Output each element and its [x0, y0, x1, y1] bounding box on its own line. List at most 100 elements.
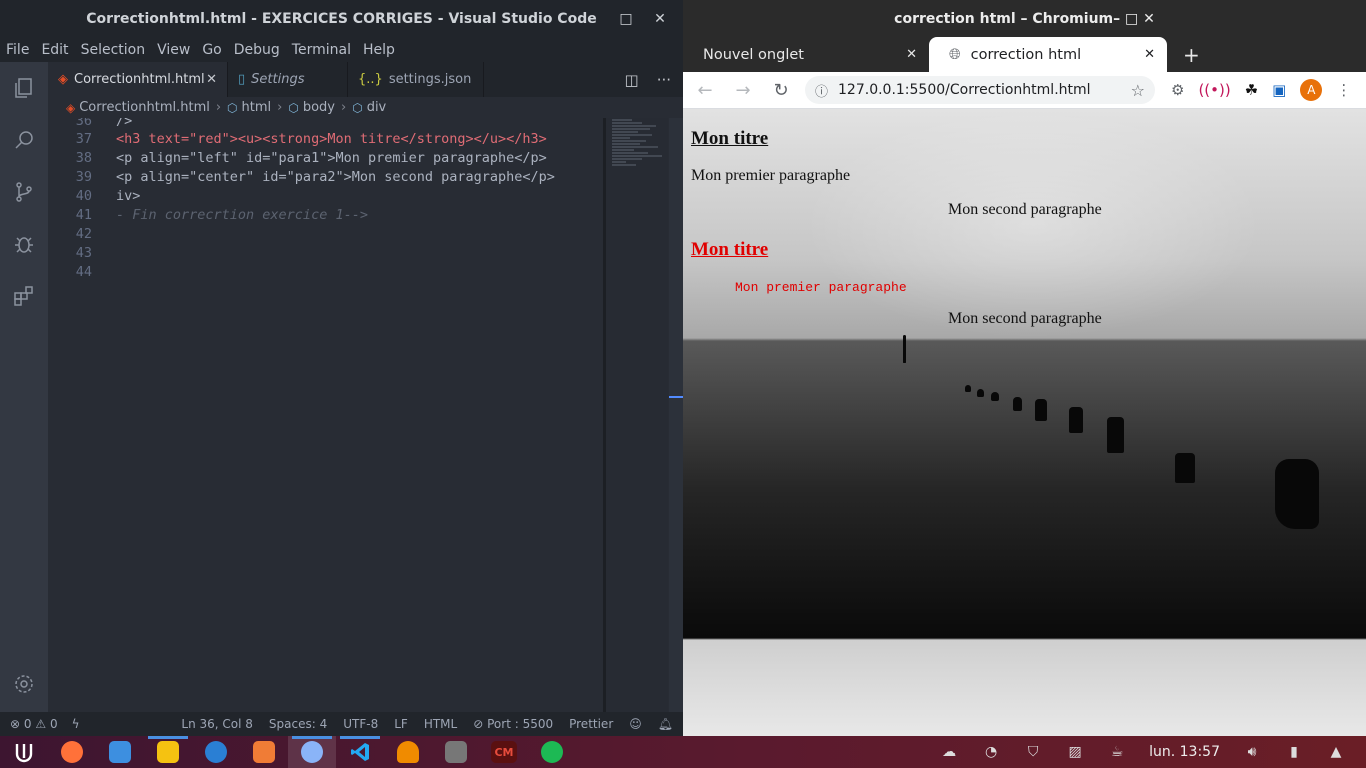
tab-correctionhtml[interactable]: ◈ Correctionhtml.html ✕	[48, 62, 228, 97]
profile-avatar[interactable]: A	[1300, 79, 1323, 101]
new-tab-button[interactable]: +	[1167, 43, 1200, 67]
spotify-icon[interactable]	[528, 736, 576, 768]
end-of-line[interactable]: LF	[394, 717, 408, 731]
bookmark-star-icon[interactable]: ☆	[1131, 81, 1145, 100]
close-icon[interactable]: ✕	[1143, 11, 1155, 27]
tab-settings-json[interactable]: {..} settings.json	[348, 62, 484, 97]
vlc-icon[interactable]	[384, 736, 432, 768]
browser-tabstrip: Nouvel onglet ✕ 🌐︎ correction html ✕ +	[683, 37, 1366, 72]
volume-icon[interactable]: 🔊︎	[1242, 742, 1262, 762]
tab-label: correction html	[970, 46, 1082, 63]
globe-browser-icon[interactable]	[192, 736, 240, 768]
line-text: <p align="left" id="para1">Mon premier p…	[116, 149, 547, 166]
more-actions-icon[interactable]: ···	[657, 71, 671, 89]
screenshot-icon[interactable]	[432, 736, 480, 768]
image-icon[interactable]: ▨	[1065, 742, 1085, 762]
encoding[interactable]: UTF-8	[343, 717, 378, 731]
line-number: 36	[75, 118, 92, 129]
menu-debug[interactable]: Debug	[234, 42, 280, 58]
maximize-icon[interactable]: □	[609, 11, 643, 27]
extension-broadcast-icon[interactable]: ((•))	[1198, 81, 1230, 99]
prettier-status[interactable]: Prettier	[569, 717, 613, 731]
files-icon[interactable]	[144, 736, 192, 768]
breadcrumb-item[interactable]: div	[367, 100, 387, 115]
line-number: 39	[75, 168, 92, 185]
editor-scrollbar[interactable]	[669, 118, 683, 712]
app-menu-icon[interactable]	[0, 736, 48, 768]
tab-nouvel-onglet[interactable]: Nouvel onglet ✕	[683, 37, 929, 72]
tab-label: Settings	[251, 72, 305, 87]
source-control-icon[interactable]	[0, 166, 48, 218]
tab-close-icon[interactable]: ✕	[906, 47, 917, 62]
live-server-port[interactable]: ⊘ Port : 5500	[473, 717, 553, 731]
mail-icon[interactable]	[96, 736, 144, 768]
chromium-icon[interactable]	[288, 736, 336, 768]
menu-terminal[interactable]: Terminal	[292, 42, 351, 58]
taskbar: CM ☁ ◔ ⛉ ▨ ☕︎ lun. 13:57 🔊︎ ▮ ▲	[0, 736, 1366, 768]
extension-box-icon[interactable]: ▣	[1272, 81, 1286, 99]
line-number: 40	[75, 187, 92, 204]
warning-count: 0	[49, 717, 58, 731]
extension-gear-icon[interactable]: ⚙	[1171, 81, 1184, 99]
extension-gnome-icon[interactable]: ☘	[1245, 81, 1258, 99]
language-mode[interactable]: HTML	[424, 717, 457, 731]
menu-edit[interactable]: Edit	[41, 42, 68, 58]
notifications-bell-icon[interactable]: 🔔︎	[658, 717, 673, 731]
chromium-window-controls: – □ ✕	[1113, 11, 1155, 27]
chevron-right-icon: ›	[341, 100, 347, 115]
code-line: 42	[48, 224, 601, 243]
minimap[interactable]	[603, 118, 668, 712]
debug-icon[interactable]	[0, 218, 48, 270]
shield-icon[interactable]: ⛉	[1023, 742, 1043, 762]
extensions-icon[interactable]	[0, 270, 48, 322]
line-text: <h3 text="red"><u><strong>Mon titre</str…	[116, 130, 547, 147]
menu-selection[interactable]: Selection	[81, 42, 146, 58]
vscode-icon[interactable]	[336, 736, 384, 768]
live-share-icon[interactable]: ϟ	[72, 717, 80, 731]
cm-app-icon[interactable]: CM	[480, 736, 528, 768]
cloud-icon[interactable]: ☁	[939, 742, 959, 762]
indentation[interactable]: Spaces: 4	[269, 717, 327, 731]
back-arrow-icon[interactable]: ←	[691, 80, 719, 101]
speedometer-icon[interactable]: ◔	[981, 742, 1001, 762]
menu-view[interactable]: View	[157, 42, 190, 58]
address-bar[interactable]: ⓘ 127.0.0.1:5500/Correctionhtml.html ☆	[805, 76, 1155, 104]
menu-file[interactable]: File	[6, 42, 29, 58]
close-icon[interactable]: ✕	[643, 11, 677, 27]
breadcrumb-item[interactable]: html	[242, 100, 272, 115]
search-icon[interactable]	[0, 114, 48, 166]
store-icon[interactable]	[240, 736, 288, 768]
coffee-icon[interactable]: ☕︎	[1107, 742, 1127, 762]
code-editor[interactable]: 36 /> 37 <h3 text="red"><u><strong>Mon t…	[48, 118, 601, 712]
code-line: 41 - Fin correcrtion exercice 1-->	[48, 205, 601, 224]
minimize-icon[interactable]: –	[575, 11, 609, 27]
info-icon[interactable]: ⓘ	[815, 81, 828, 100]
split-editor-icon[interactable]: ◫	[625, 71, 639, 89]
chromium-window: correction html – Chromium – □ ✕ Nouvel …	[683, 0, 1366, 736]
status-bar: ⊗ 0 ⚠ 0 ϟ Ln 36, Col 8 Spaces: 4 UTF-8 L…	[0, 712, 683, 736]
tab-settings[interactable]: ▯ Settings	[228, 62, 348, 97]
menu-kebab-icon[interactable]: ⋮	[1336, 81, 1351, 99]
maximize-icon[interactable]: □	[1125, 11, 1138, 27]
globe-icon: 🌐︎	[949, 46, 961, 63]
tray-menu-arrow-icon[interactable]: ▲	[1326, 742, 1346, 762]
minimize-icon[interactable]: –	[1113, 11, 1120, 27]
battery-icon[interactable]: ▮	[1284, 742, 1304, 762]
explorer-icon[interactable]	[0, 62, 48, 114]
menu-go[interactable]: Go	[202, 42, 221, 58]
problems-indicator[interactable]: ⊗ 0 ⚠ 0	[10, 717, 58, 731]
breadcrumb-item[interactable]: Correctionhtml.html	[79, 100, 210, 115]
forward-arrow-icon[interactable]: →	[729, 80, 757, 101]
error-icon: ⊗	[10, 717, 21, 731]
cursor-position[interactable]: Ln 36, Col 8	[181, 717, 253, 731]
tab-close-icon[interactable]: ✕	[1144, 47, 1155, 62]
reload-icon[interactable]: ↻	[767, 80, 795, 101]
settings-gear-icon[interactable]	[0, 664, 48, 704]
tab-close-icon[interactable]: ✕	[206, 72, 217, 87]
menu-help[interactable]: Help	[363, 42, 395, 58]
firefox-icon[interactable]	[48, 736, 96, 768]
tab-correction-html[interactable]: 🌐︎ correction html ✕	[929, 37, 1167, 72]
breadcrumb-item[interactable]: body	[303, 100, 335, 115]
clock[interactable]: lun. 13:57	[1149, 744, 1220, 760]
feedback-icon[interactable]: ☺	[629, 717, 642, 731]
